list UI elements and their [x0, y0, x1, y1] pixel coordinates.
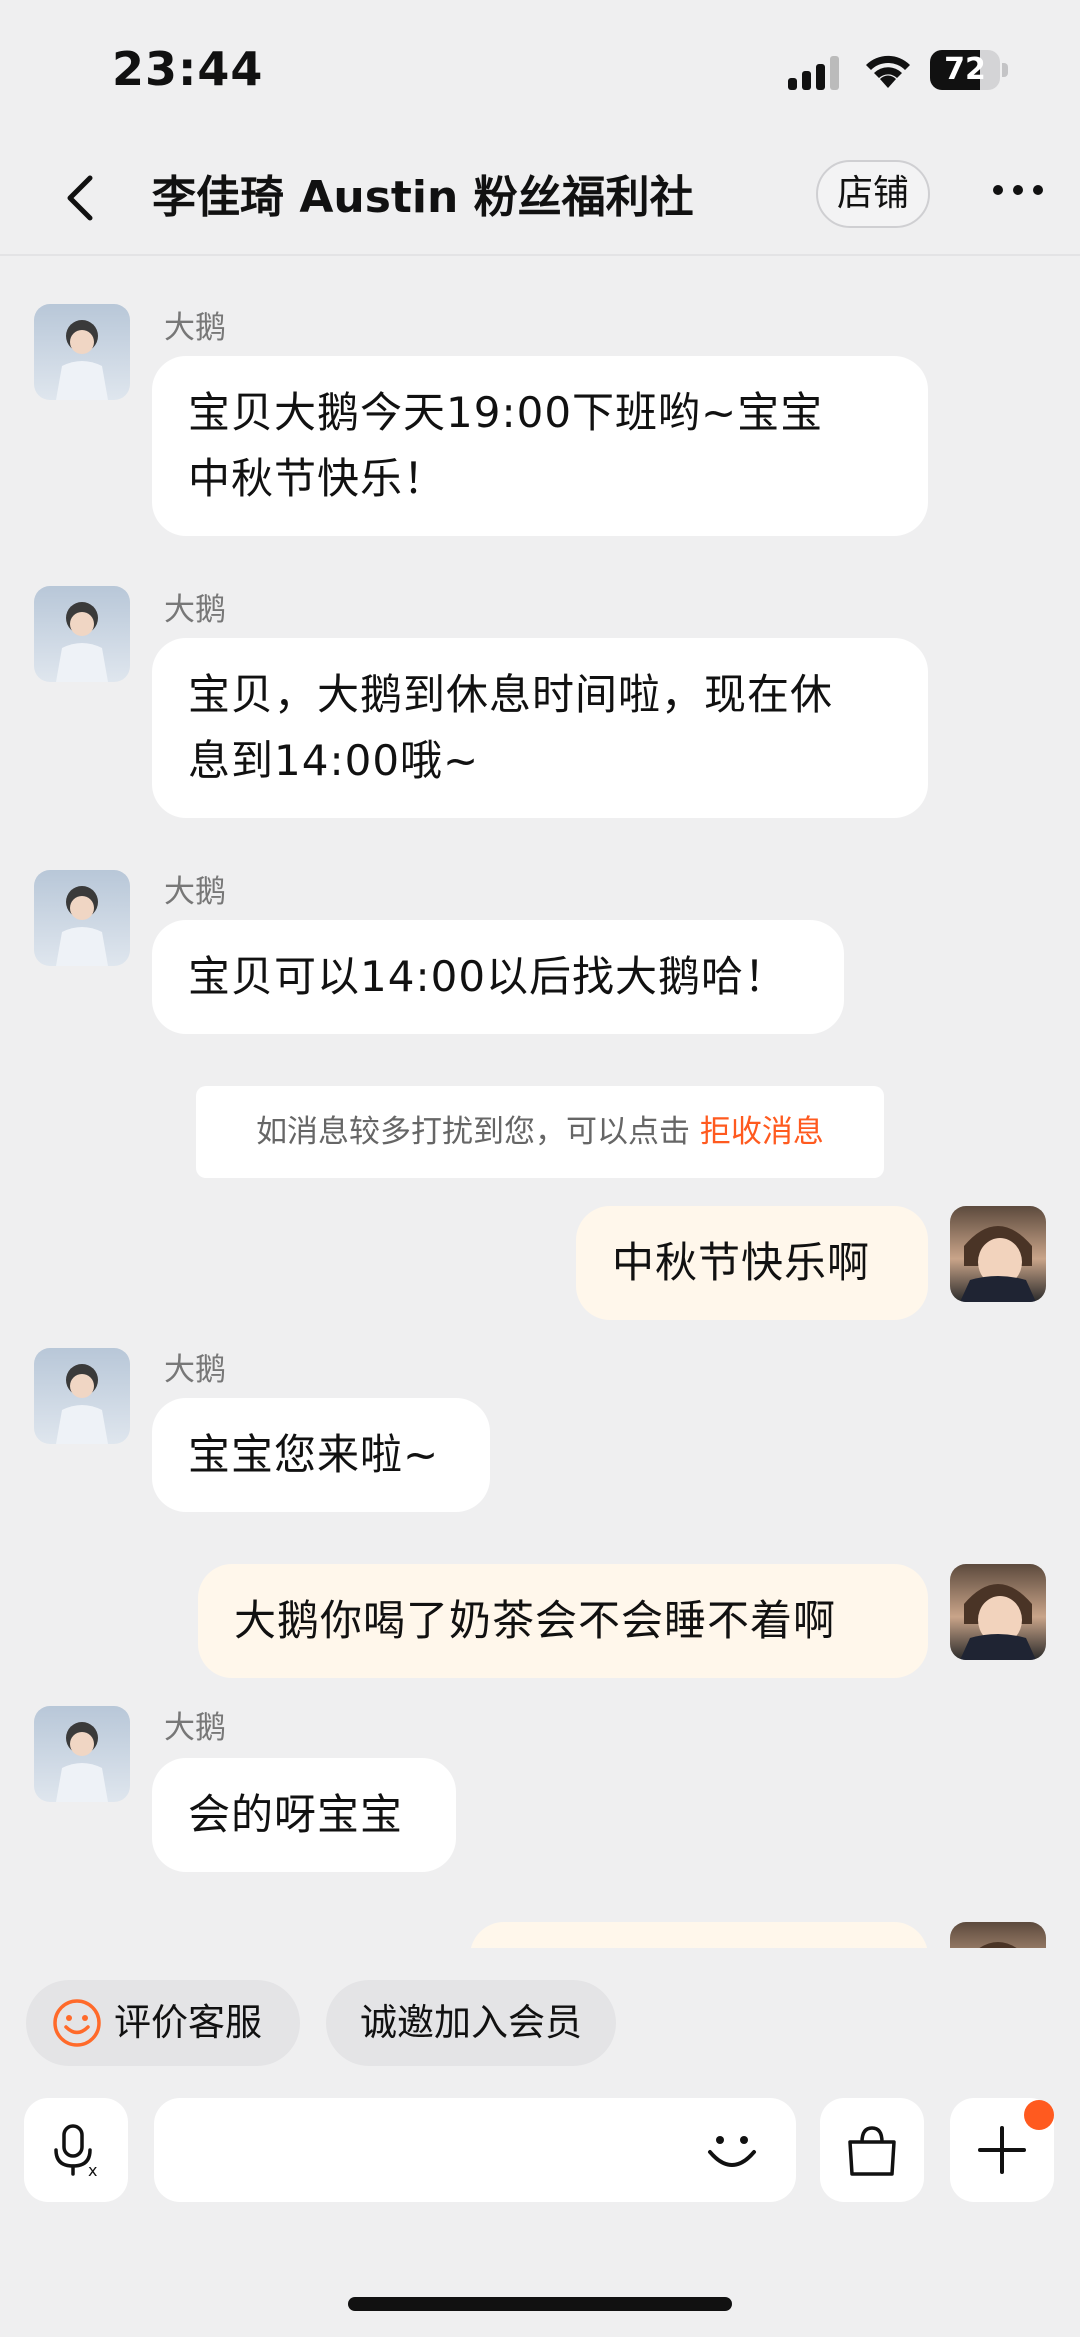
wifi-icon	[866, 55, 910, 88]
sender-name: 大鹅	[164, 1352, 226, 1388]
input-bar: x	[0, 2098, 1080, 2208]
message-bubble-incoming[interactable]: 宝贝，大鹅到休息时间啦，现在休 息到14:00哦~	[152, 638, 928, 818]
chat-area[interactable]: 大鹅 宝贝大鹅今天19:00下班哟~宝宝 中秋节快乐！ 大鹅 宝贝，大鹅到休息时…	[0, 258, 1080, 1948]
message-line: 宝贝，大鹅到休息时间啦，现在休	[188, 670, 834, 719]
message-bubble-outgoing[interactable]: 中秋节快乐啊	[576, 1206, 928, 1320]
message-bubble-incoming[interactable]: 宝贝可以14:00以后找大鹅哈！	[152, 920, 844, 1034]
bag-icon	[848, 2126, 896, 2176]
status-time: 23:44	[112, 42, 264, 96]
merchant-avatar[interactable]	[34, 1706, 130, 1802]
signal-icon	[788, 56, 839, 90]
reject-messages-link[interactable]: 拒收消息	[700, 1114, 824, 1150]
message-line: 中秋节快乐！	[188, 454, 447, 503]
system-notice: 如消息较多打扰到您，可以点击 拒收消息	[196, 1086, 884, 1178]
user-avatar[interactable]	[950, 1206, 1046, 1302]
voice-button[interactable]: x	[24, 2098, 128, 2202]
sender-name: 大鹅	[164, 310, 226, 346]
merchant-avatar[interactable]	[34, 586, 130, 682]
join-member-button[interactable]: 诚邀加入会员	[326, 1980, 616, 2066]
quick-actions: 评价客服 诚邀加入会员	[0, 1980, 1080, 2070]
shopping-bag-button[interactable]	[820, 2098, 924, 2202]
system-notice-text: 如消息较多打扰到您，可以点击	[256, 1114, 700, 1150]
message-bubble-incoming[interactable]: 宝宝您来啦~	[152, 1398, 490, 1512]
smile-icon	[53, 1999, 101, 2047]
battery-icon: 72	[930, 50, 1010, 90]
merchant-avatar[interactable]	[34, 1348, 130, 1444]
sender-name: 大鹅	[164, 874, 226, 910]
merchant-avatar[interactable]	[34, 304, 130, 400]
evaluate-service-button[interactable]: 评价客服	[26, 1980, 300, 2066]
nav-bar: 李佳琦 Austin 粉丝福利社 店铺	[0, 140, 1080, 256]
message-bubble-incoming[interactable]: 宝贝大鹅今天19:00下班哟~宝宝 中秋节快乐！	[152, 356, 928, 536]
message-line: 息到14:00哦~	[188, 736, 480, 785]
user-avatar[interactable]	[950, 1564, 1046, 1660]
merchant-avatar[interactable]	[34, 870, 130, 966]
home-indicator	[348, 2297, 732, 2311]
back-icon[interactable]	[58, 170, 102, 226]
message-bubble-outgoing[interactable]: 大鹅你喝了奶茶会不会睡不着啊	[198, 1564, 928, 1678]
more-icon[interactable]	[990, 180, 1046, 200]
message-bubble-outgoing-partial[interactable]	[470, 1922, 928, 1948]
emoji-icon[interactable]	[700, 2118, 764, 2182]
page-title: 李佳琦 Austin 粉丝福利社	[152, 172, 694, 223]
evaluate-service-label: 评价客服	[114, 2001, 262, 2044]
user-avatar[interactable]	[950, 1922, 1046, 1948]
message-line: 宝贝大鹅今天19:00下班哟~宝宝	[188, 388, 824, 437]
shop-button[interactable]: 店铺	[816, 160, 930, 228]
status-bar: 23:44 72	[0, 0, 1080, 140]
message-bubble-incoming[interactable]: 会的呀宝宝	[152, 1758, 456, 1872]
plus-icon	[978, 2126, 1026, 2174]
notification-dot	[1024, 2100, 1054, 2130]
sender-name: 大鹅	[164, 592, 226, 628]
voice-icon: x	[54, 2124, 97, 2180]
sender-name: 大鹅	[164, 1710, 226, 1746]
svg-text:x: x	[88, 2161, 97, 2180]
battery-percent: 72	[944, 52, 986, 87]
